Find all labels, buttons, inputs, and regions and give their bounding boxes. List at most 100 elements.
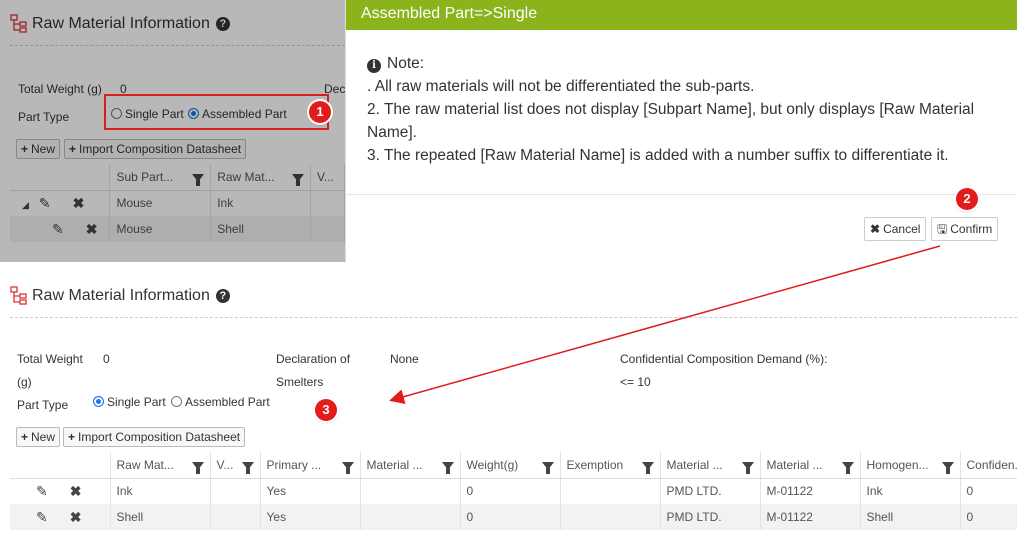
filter-icon[interactable] — [741, 461, 754, 474]
close-icon: ✖ — [870, 222, 881, 236]
note-line: 2. The raw material list does not displa… — [367, 101, 975, 141]
total-weight-label: Total Weight (g) — [18, 82, 102, 96]
column-header[interactable]: Confiden... — [960, 452, 1017, 479]
column-header[interactable]: Weight(g) — [460, 452, 561, 479]
confidential-value: <= 10 — [620, 375, 651, 389]
exemption-cell — [560, 504, 661, 530]
raw-material-cell: Shell — [210, 216, 311, 242]
import-button-label: Import Composition Datasheet — [79, 142, 242, 156]
filter-icon[interactable] — [241, 461, 254, 474]
note-line: . All raw materials will not be differen… — [367, 78, 755, 95]
supplier-cell: PMD LTD. — [660, 504, 761, 530]
column-header-text: Primary ... — [266, 457, 322, 472]
weight-cell: 0 — [460, 504, 561, 530]
top-screen: Raw Material Information ? Total Weight … — [0, 0, 1017, 262]
material-id-link[interactable]: M-01122 — [760, 478, 861, 504]
sub-part-cell: Mouse — [109, 216, 212, 242]
column-header[interactable]: V... — [210, 452, 261, 479]
dialog-body: i Note: . All raw materials will not be d… — [346, 30, 1017, 167]
import-button[interactable]: + Import Composition Datasheet — [63, 427, 246, 447]
column-header-text: Material ... — [366, 457, 423, 472]
edit-icon[interactable]: ✎ — [36, 483, 48, 499]
column-header-text: V... — [216, 457, 234, 472]
filter-icon[interactable] — [541, 461, 554, 474]
homogen-cell: Ink — [860, 478, 961, 504]
homogen-cell: Shell — [860, 504, 961, 530]
delete-icon[interactable]: ✖ — [73, 195, 85, 211]
table-row[interactable]: ◢ ✎ ✖ Mouse Ink — [10, 190, 345, 216]
grid-header-row: Sub Part... Raw Mat... V... — [10, 164, 345, 191]
new-button[interactable]: + New — [16, 427, 61, 447]
section-header: Raw Material Information ? — [10, 14, 230, 34]
table-row[interactable]: ✎ ✖ Mouse Shell — [10, 216, 345, 242]
primary-cell: Yes — [260, 504, 361, 530]
declaration-label: Declaration of — [276, 352, 351, 366]
step-badge-1: 1 — [309, 101, 331, 123]
column-header[interactable]: Raw Mat... — [210, 164, 311, 191]
filter-icon[interactable] — [192, 173, 205, 186]
new-button[interactable]: + New — [16, 139, 61, 159]
single-part-radio[interactable] — [93, 396, 104, 407]
sub-part-cell: Mouse — [109, 190, 212, 216]
assembled-part-radio[interactable] — [171, 396, 182, 407]
assembled-part-option[interactable]: Assembled Part — [171, 395, 270, 409]
filter-icon[interactable] — [841, 461, 854, 474]
filter-icon[interactable] — [191, 461, 204, 474]
confirm-button[interactable]: 🖫 Confirm — [931, 217, 999, 241]
total-weight-label-unit: (g) — [17, 375, 32, 389]
raw-material-cell: Ink — [110, 478, 211, 504]
raw-material-cell: Ink — [210, 190, 311, 216]
column-header[interactable]: Raw Mat... — [110, 452, 211, 479]
assembled-part-text: Assembled Part — [185, 395, 270, 409]
edit-icon[interactable]: ✎ — [36, 509, 48, 525]
table-row[interactable]: ✎ ✖ Ink Yes 0 PMD LTD. M-01122 Ink 0 — [10, 478, 1017, 504]
step-badge-3: 3 — [315, 399, 337, 421]
filter-icon[interactable] — [641, 461, 654, 474]
column-header[interactable]: Sub Part... — [109, 164, 212, 191]
filter-icon[interactable] — [941, 461, 954, 474]
confidential-cell: 0 — [960, 504, 1017, 530]
column-header-text: Homogen... — [866, 457, 929, 472]
grid-header-row: Raw Mat... V... Primary ... Material ...… — [10, 452, 1017, 479]
sub-part-grid: Sub Part... Raw Mat... V... ◢ ✎ ✖ Mouse In… — [10, 164, 345, 242]
edit-icon[interactable]: ✎ — [52, 221, 64, 237]
column-header[interactable]: Exemption — [560, 452, 661, 479]
confidential-label: Confidential Composition Demand (%): — [620, 352, 828, 366]
column-header-text: V... — [317, 169, 334, 184]
part-type-label: Part Type — [17, 398, 69, 412]
declaration-value: None — [390, 352, 419, 366]
filter-icon[interactable] — [292, 173, 304, 186]
help-icon[interactable]: ? — [215, 17, 230, 31]
delete-icon[interactable]: ✖ — [70, 483, 82, 499]
help-icon[interactable]: ? — [215, 289, 230, 303]
column-header[interactable]: Material ... — [760, 452, 861, 479]
note-line: 3. The repeated [Raw Material Name] is a… — [367, 147, 949, 164]
tree-structure-icon — [10, 14, 27, 33]
column-header[interactable]: V... — [310, 164, 345, 191]
material-id-link[interactable]: M-01122 — [760, 504, 861, 530]
filter-icon[interactable] — [341, 461, 354, 474]
column-header[interactable]: Material ... — [360, 452, 461, 479]
column-header[interactable]: Primary ... — [260, 452, 361, 479]
delete-icon[interactable]: ✖ — [86, 221, 98, 237]
dialog-divider — [346, 194, 1017, 195]
divider — [10, 317, 1017, 318]
note-label: Note: — [387, 55, 425, 72]
collapse-icon[interactable]: ◢ — [22, 200, 29, 210]
confidential-cell: 0 — [960, 478, 1017, 504]
v-cell — [210, 504, 261, 530]
delete-icon[interactable]: ✖ — [70, 509, 82, 525]
filter-icon[interactable] — [441, 461, 454, 474]
import-button[interactable]: + Import Composition Datasheet — [64, 139, 247, 159]
cancel-label: Cancel — [883, 222, 921, 236]
single-part-option[interactable]: Single Part — [93, 395, 166, 409]
table-row[interactable]: ✎ ✖ Shell Yes 0 PMD LTD. M-01122 Shell 0 — [10, 504, 1017, 530]
cancel-button[interactable]: ✖ Cancel — [864, 217, 927, 241]
bottom-screen: Raw Material Information ? Total Weight … — [0, 262, 1017, 534]
edit-icon[interactable]: ✎ — [39, 195, 51, 211]
column-header-text: Weight(g) — [466, 457, 519, 472]
highlight-box — [104, 94, 329, 130]
column-header[interactable]: Homogen... — [860, 452, 961, 479]
column-header[interactable]: Material ... — [660, 452, 761, 479]
confirm-dialog: Assembled Part=>Single i Note: . All raw … — [345, 0, 1017, 262]
